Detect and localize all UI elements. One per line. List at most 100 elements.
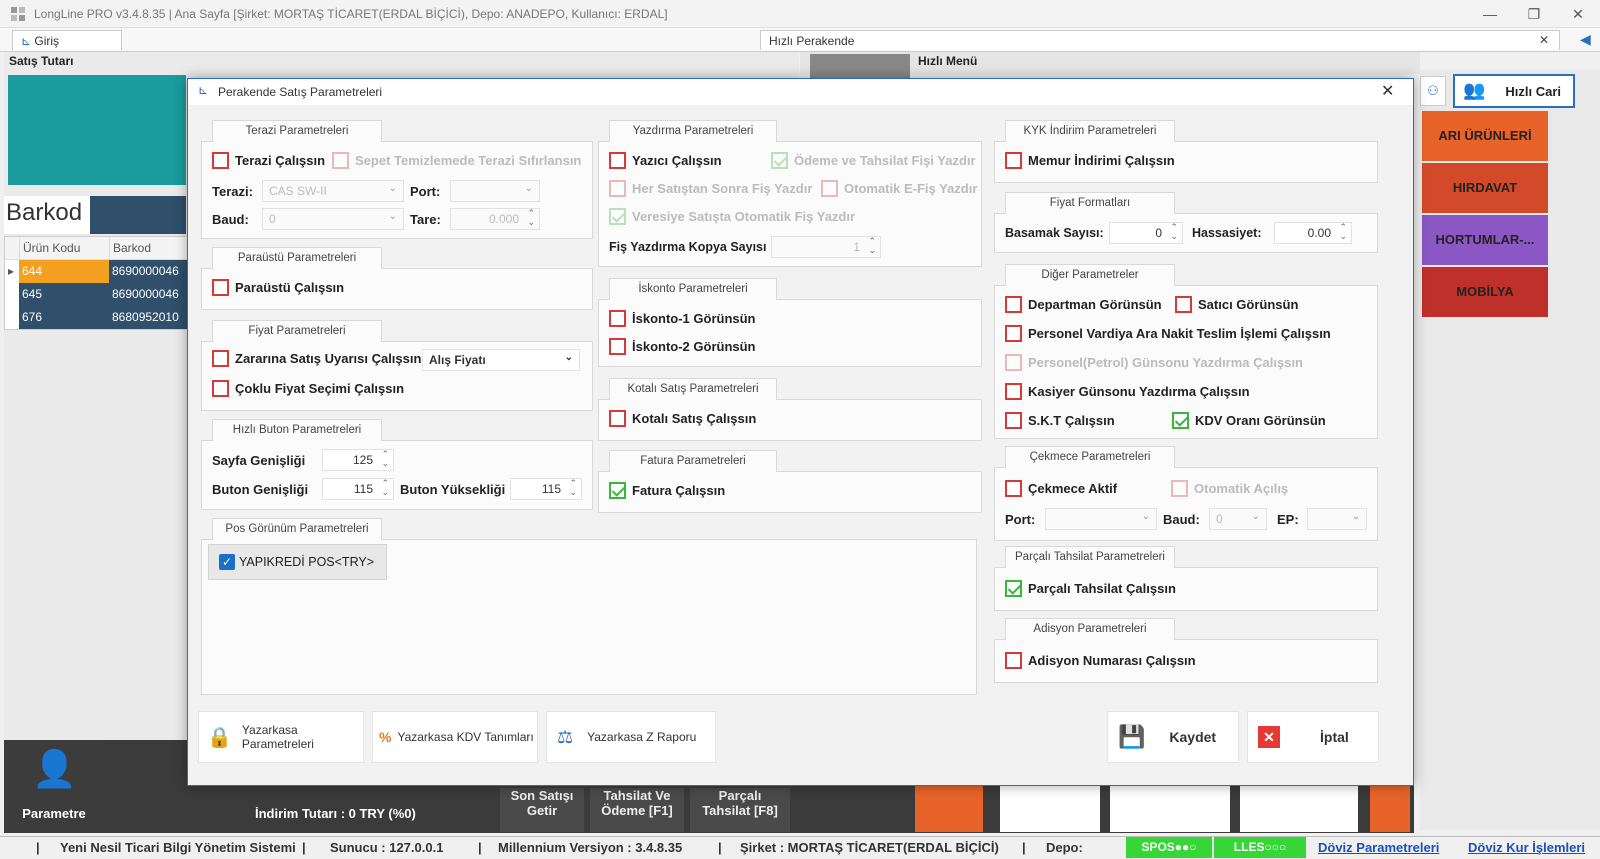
category-ari-urunleri[interactable]: ARI ÜRÜNLERİ: [1422, 111, 1548, 161]
kaydet-button[interactable]: 💾 Kaydet: [1107, 711, 1239, 763]
iptal-button[interactable]: ✕ İptal: [1247, 711, 1379, 763]
paraustu-row[interactable]: Paraüstü Çalışsın: [212, 279, 344, 296]
pos-checkbox[interactable]: ✓: [219, 554, 235, 570]
spinner-icon[interactable]: ⌃ ⌄: [1339, 223, 1347, 241]
isk1-checkbox[interactable]: [609, 310, 626, 327]
category-hirdavat[interactable]: HIRDAVAT: [1422, 163, 1548, 213]
zarar-row[interactable]: Zararına Satış Uyarısı Çalışsın: [212, 350, 421, 367]
her-satistan-row[interactable]: Her Satıştan Sonra Fiş Yazdır: [609, 180, 812, 197]
category-mobilya[interactable]: MOBİLYA: [1422, 267, 1548, 317]
doviz-parametreleri-link[interactable]: Döviz Parametreleri: [1318, 840, 1439, 855]
hassasiyet-input[interactable]: 0.00 ⌃ ⌄: [1274, 222, 1352, 244]
table-row[interactable]: ▸ 644 8690000046: [5, 260, 187, 283]
veresiye-row[interactable]: Veresiye Satışta Otomatik Fiş Yazdır: [609, 208, 855, 225]
kdv-row[interactable]: KDV Oranı Görünsün: [1172, 412, 1326, 429]
otomatik-acilis-row[interactable]: Otomatik Açılış: [1171, 480, 1288, 497]
departman-row[interactable]: Departman Görünsün: [1005, 296, 1162, 313]
cekmece-baud-select[interactable]: 0 ⌄: [1209, 508, 1267, 530]
tahsilat-ve-odeme-button[interactable]: Tahsilat Ve Ödeme [F1]: [590, 788, 684, 832]
user-edit-icon[interactable]: ⚇: [1420, 76, 1446, 106]
coklu-checkbox[interactable]: [212, 380, 229, 397]
kopya-input[interactable]: 1 ⌃ ⌄: [771, 236, 881, 258]
buton-genisligi-input[interactable]: 115 ⌃ ⌄: [322, 478, 394, 500]
kotali-row[interactable]: Kotalı Satış Çalışsın: [609, 410, 756, 427]
departman-checkbox[interactable]: [1005, 296, 1022, 313]
paraustu-checkbox[interactable]: [212, 279, 229, 296]
tab-hizli-perakende[interactable]: Hızlı Perakende ✕: [760, 30, 1560, 50]
sepet-temizle-row[interactable]: Sepet Temizlemede Terazi Sıfırlansın: [332, 152, 581, 169]
petrol-row[interactable]: Personel(Petrol) Günsonu Yazdırma Çalışs…: [1005, 354, 1303, 371]
minimize-button[interactable]: —: [1472, 4, 1508, 24]
close-window-button[interactable]: ✕: [1560, 4, 1596, 24]
zarar-checkbox[interactable]: [212, 350, 229, 367]
spinner-icon[interactable]: ⌃ ⌄: [868, 237, 876, 255]
satici-checkbox[interactable]: [1175, 296, 1192, 313]
fatura-checkbox[interactable]: [609, 482, 626, 499]
doviz-kur-islemleri-link[interactable]: Döviz Kur İşlemleri: [1468, 840, 1585, 855]
cekmece-port-select[interactable]: ⌄: [1045, 508, 1157, 530]
quick-button-orange[interactable]: [915, 784, 983, 832]
petrol-checkbox[interactable]: [1005, 354, 1022, 371]
fatura-row[interactable]: Fatura Çalışsın: [609, 482, 725, 499]
quick-button-white[interactable]: [1110, 784, 1230, 832]
isk1-row[interactable]: İskonto-1 Görünsün: [609, 310, 756, 327]
memur-checkbox[interactable]: [1005, 152, 1022, 169]
spinner-icon[interactable]: ⌃ ⌄: [527, 209, 535, 227]
maximize-button[interactable]: ❐: [1516, 4, 1552, 24]
close-tab-icon[interactable]: ✕: [1539, 33, 1549, 47]
kasiyer-checkbox[interactable]: [1005, 383, 1022, 400]
tab-giris[interactable]: ⊾ Giriş: [12, 30, 122, 50]
close-icon[interactable]: ✕: [1381, 81, 1394, 101]
spinner-icon[interactable]: ⌃ ⌄: [381, 450, 389, 468]
adisyon-checkbox[interactable]: [1005, 652, 1022, 669]
spinner-icon[interactable]: ⌃ ⌄: [381, 479, 389, 497]
category-hortumlar[interactable]: HORTUMLAR-...: [1422, 215, 1548, 265]
parametre-button[interactable]: 👤 Parametre: [4, 740, 104, 833]
satici-row[interactable]: Satıcı Görünsün: [1175, 296, 1298, 313]
quick-button-orange[interactable]: [1370, 784, 1410, 832]
skt-row[interactable]: S.K.T Çalışsın: [1005, 412, 1115, 429]
kdv-checkbox[interactable]: [1172, 412, 1189, 429]
sayfa-genisligi-input[interactable]: 125 ⌃ ⌄: [322, 449, 394, 471]
cekmece-aktif-row[interactable]: Çekmece Aktif: [1005, 480, 1117, 497]
adisyon-row[interactable]: Adisyon Numarası Çalışsın: [1005, 652, 1196, 669]
kasiyer-row[interactable]: Kasiyer Günsonu Yazdırma Çalışsın: [1005, 383, 1250, 400]
port-select[interactable]: ⌄: [450, 180, 540, 202]
yazici-row[interactable]: Yazıcı Çalışsın: [609, 152, 722, 169]
quick-button-white[interactable]: [1240, 784, 1358, 832]
hizli-cari-button[interactable]: 👥 Hızlı Cari: [1453, 74, 1575, 108]
kotali-checkbox[interactable]: [609, 410, 626, 427]
basamak-input[interactable]: 0 ⌃ ⌄: [1109, 222, 1183, 244]
tare-input[interactable]: 0.000 ⌃ ⌄: [450, 208, 540, 230]
cekmece-aktif-checkbox[interactable]: [1005, 480, 1022, 497]
vardiya-checkbox[interactable]: [1005, 325, 1022, 342]
parcali-tahsilat-button[interactable]: Parçalı Tahsilat [F8]: [690, 788, 790, 832]
yazarkasa-z-raporu-button[interactable]: ⚖ Yazarkasa Z Raporu: [546, 711, 716, 763]
terazi-calissin-row[interactable]: Terazi Çalışsın: [212, 152, 325, 169]
parcali-checkbox[interactable]: [1005, 580, 1022, 597]
isk2-checkbox[interactable]: [609, 338, 626, 355]
spinner-icon[interactable]: ⌃ ⌄: [1170, 223, 1178, 241]
cekmece-ep-select[interactable]: ⌄: [1307, 508, 1367, 530]
isk2-row[interactable]: İskonto-2 Görünsün: [609, 338, 756, 355]
buton-yuksekligi-input[interactable]: 115 ⌃ ⌄: [510, 478, 582, 500]
collapse-arrow-icon[interactable]: ◀: [1580, 31, 1591, 48]
table-row[interactable]: 676 8680952010: [5, 306, 187, 329]
terazi-calissin-checkbox[interactable]: [212, 152, 229, 169]
coklu-row[interactable]: Çoklu Fiyat Seçimi Çalışsın: [212, 380, 404, 397]
sepet-temizle-checkbox[interactable]: [332, 152, 349, 169]
otomatik-efis-checkbox[interactable]: [821, 180, 838, 197]
yazarkasa-parametreleri-button[interactable]: 🔒 Yazarkasa Parametreleri: [198, 711, 364, 763]
odeme-fisi-checkbox[interactable]: [771, 152, 788, 169]
yazarkasa-kdv-button[interactable]: % Yazarkasa KDV Tanımları: [372, 711, 538, 763]
terazi-select[interactable]: CAS SW-II ⌄: [262, 180, 404, 202]
spinner-icon[interactable]: ⌃ ⌄: [569, 479, 577, 497]
skt-checkbox[interactable]: [1005, 412, 1022, 429]
pos-item[interactable]: ✓ YAPIKREDİ POS<TRY>: [208, 544, 388, 580]
fiyat-tipi-select[interactable]: Alış Fiyatı ⌄: [422, 349, 580, 371]
parcali-row[interactable]: Parçalı Tahsilat Çalışsın: [1005, 580, 1176, 597]
otomatik-acilis-checkbox[interactable]: [1171, 480, 1188, 497]
memur-row[interactable]: Memur İndirimi Çalışsın: [1005, 152, 1175, 169]
quick-button-white[interactable]: [1000, 784, 1100, 832]
odeme-fisi-row[interactable]: Ödeme ve Tahsilat Fişi Yazdır: [771, 152, 976, 169]
